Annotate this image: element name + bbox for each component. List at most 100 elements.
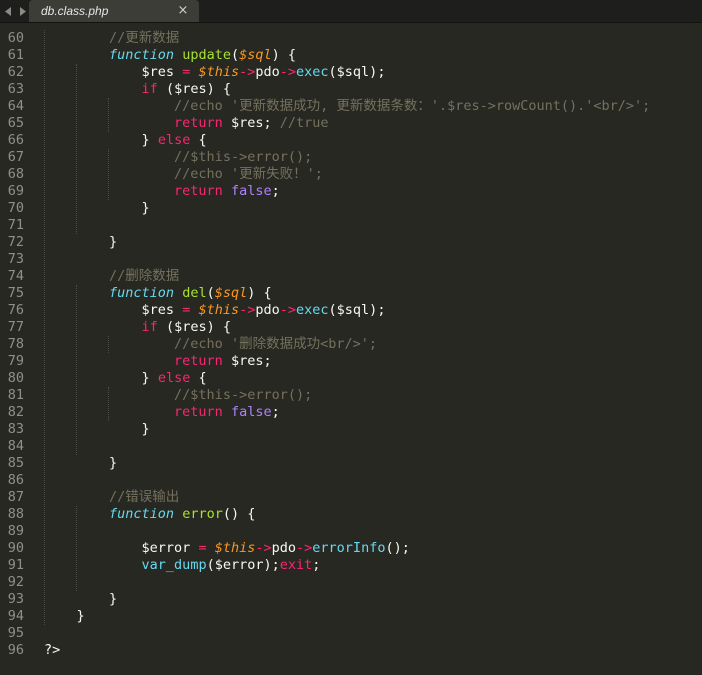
code-text[interactable]: $res = $this->pdo->exec($sql); bbox=[44, 302, 386, 319]
line-number: 63 bbox=[7, 81, 24, 97]
code-line[interactable]: 64 //echo '更新数据成功, 更新数据条数：'.$res->rowCou… bbox=[0, 98, 702, 115]
code-text[interactable]: } bbox=[44, 591, 117, 608]
code-line[interactable]: 78 //echo '删除数据成功<br/>'; bbox=[0, 336, 702, 353]
code-text[interactable]: var_dump($error);exit; bbox=[44, 557, 321, 574]
tab-title[interactable]: db.class.php bbox=[41, 4, 175, 18]
code-token: -> bbox=[255, 540, 272, 556]
code-token: -> bbox=[279, 64, 297, 80]
code-line[interactable]: 79 return $res; bbox=[0, 353, 702, 370]
code-token: return bbox=[174, 115, 223, 131]
close-icon[interactable]: × bbox=[175, 0, 191, 22]
code-text[interactable]: ?> bbox=[44, 642, 60, 659]
code-text[interactable]: if ($res) { bbox=[44, 81, 231, 98]
code-line[interactable]: 62 $res = $this->pdo->exec($sql); bbox=[0, 64, 702, 81]
code-text[interactable]: return $res; //true bbox=[44, 115, 328, 132]
code-text[interactable]: //echo '删除数据成功<br/>'; bbox=[44, 336, 377, 353]
code-line[interactable]: 66 } else { bbox=[0, 132, 702, 149]
indent-guide bbox=[44, 30, 45, 625]
code-line[interactable]: 87 //错误输出 bbox=[0, 489, 702, 506]
code-text[interactable]: //echo '更新失败！'; bbox=[44, 166, 323, 183]
code-line[interactable]: 65 return $res; //true bbox=[0, 115, 702, 132]
code-token: else bbox=[157, 370, 191, 386]
code-text[interactable]: //更新数据 bbox=[44, 30, 179, 47]
code-line[interactable]: 68 //echo '更新失败！'; bbox=[0, 166, 702, 183]
code-text[interactable]: if ($res) { bbox=[44, 319, 231, 336]
code-line[interactable]: 95 bbox=[0, 625, 702, 642]
code-text[interactable]: } else { bbox=[44, 132, 207, 149]
code-line[interactable]: 80 } else { bbox=[0, 370, 702, 387]
code-line[interactable]: 86 bbox=[0, 472, 702, 489]
code-text[interactable]: } bbox=[44, 200, 150, 217]
code-line[interactable]: 63 if ($res) { bbox=[0, 81, 702, 98]
code-line[interactable]: 60 //更新数据 bbox=[0, 30, 702, 47]
code-text[interactable]: } bbox=[44, 421, 150, 438]
code-text[interactable]: } bbox=[44, 234, 117, 251]
code-token: exec bbox=[296, 64, 329, 80]
code-line[interactable]: 75 function del($sql) { bbox=[0, 285, 702, 302]
line-number: 87 bbox=[7, 489, 24, 505]
code-line[interactable]: 81 //$this->error(); bbox=[0, 387, 702, 404]
code-line[interactable]: 89 bbox=[0, 523, 702, 540]
code-line[interactable]: 88 function error() { bbox=[0, 506, 702, 523]
code-line[interactable]: 61 function update($sql) { bbox=[0, 47, 702, 64]
code-text[interactable]: //echo '更新数据成功, 更新数据条数：'.$res->rowCount(… bbox=[44, 98, 650, 115]
code-line[interactable]: 69 return false; bbox=[0, 183, 702, 200]
line-number: 72 bbox=[7, 234, 24, 250]
code-line[interactable]: 96 ?> bbox=[0, 642, 702, 659]
code-token: del bbox=[182, 285, 207, 301]
code-text[interactable]: $error = $this->pdo->errorInfo(); bbox=[44, 540, 410, 557]
code-line[interactable]: 83 } bbox=[0, 421, 702, 438]
code-text[interactable]: //$this->error(); bbox=[44, 149, 312, 166]
code-token: if bbox=[141, 81, 158, 97]
code-token: pdo bbox=[271, 540, 297, 556]
file-tab[interactable]: db.class.php × bbox=[29, 0, 199, 22]
code-line[interactable]: 94 } bbox=[0, 608, 702, 625]
code-token: false bbox=[230, 404, 272, 420]
code-text[interactable]: } bbox=[44, 455, 117, 472]
code-text[interactable]: return $res; bbox=[44, 353, 272, 370]
code-line[interactable]: 76 $res = $this->pdo->exec($sql); bbox=[0, 302, 702, 319]
code-line[interactable]: 74 //删除数据 bbox=[0, 268, 702, 285]
code-text[interactable]: } else { bbox=[44, 370, 207, 387]
code-line[interactable]: 72 } bbox=[0, 234, 702, 251]
code-token: //删除数据 bbox=[109, 268, 180, 284]
code-line[interactable]: 70 } bbox=[0, 200, 702, 217]
code-line[interactable]: 85 } bbox=[0, 455, 702, 472]
code-text[interactable]: //$this->error(); bbox=[44, 387, 312, 404]
chevron-left-icon[interactable] bbox=[2, 0, 14, 22]
line-number: 86 bbox=[7, 472, 24, 488]
code-text[interactable]: //错误输出 bbox=[44, 489, 179, 506]
line-number: 89 bbox=[7, 523, 24, 539]
code-editor[interactable]: 60 //更新数据 61 function update($sql) {62 $r… bbox=[0, 22, 702, 675]
code-line[interactable]: 82 return false; bbox=[0, 404, 702, 421]
code-token: -> bbox=[296, 540, 313, 556]
code-line[interactable]: 93 } bbox=[0, 591, 702, 608]
indent-guide bbox=[76, 285, 77, 455]
code-line[interactable]: 71 bbox=[0, 217, 702, 234]
code-line[interactable]: 73 bbox=[0, 251, 702, 268]
code-text[interactable]: } bbox=[44, 608, 85, 625]
code-text[interactable]: function del($sql) { bbox=[44, 285, 272, 302]
code-text[interactable]: //删除数据 bbox=[44, 268, 179, 285]
code-line[interactable]: 92 bbox=[0, 574, 702, 591]
code-text[interactable]: $res = $this->pdo->exec($sql); bbox=[44, 64, 386, 81]
code-text[interactable]: return false; bbox=[44, 404, 280, 421]
code-line[interactable]: 84 bbox=[0, 438, 702, 455]
code-token: else bbox=[157, 132, 191, 148]
code-line[interactable]: 91 var_dump($error);exit; bbox=[0, 557, 702, 574]
chevron-right-icon[interactable] bbox=[16, 0, 28, 22]
code-line[interactable]: 77 if ($res) { bbox=[0, 319, 702, 336]
line-number: 76 bbox=[7, 302, 24, 318]
code-line[interactable]: 90 $error = $this->pdo->errorInfo(); bbox=[0, 540, 702, 557]
code-text[interactable]: function update($sql) { bbox=[44, 47, 296, 64]
code-text[interactable]: return false; bbox=[44, 183, 280, 200]
code-line[interactable]: 67 //$this->error(); bbox=[0, 149, 702, 166]
